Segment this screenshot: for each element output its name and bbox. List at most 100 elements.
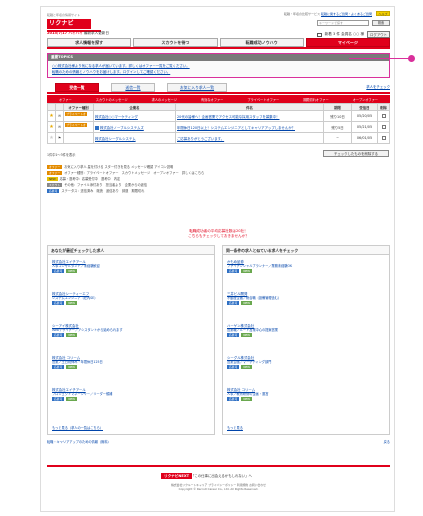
- company-link[interactable]: 株式会社シーグルシステム: [95, 137, 136, 141]
- filter-open-offer[interactable]: オープンオファー: [353, 97, 378, 102]
- panel-title: 同一条件の求人と似ている求人をチェック: [223, 246, 389, 255]
- offer-cell: [63, 132, 94, 144]
- recommend-columns: あなたが最近チェックした求人 株式会社エイチアール 人事コンサルタント／未経験歓…: [47, 245, 390, 435]
- gnav-knowhow[interactable]: 転職成功ノウハウ: [219, 38, 304, 47]
- message-tabs: 受信一覧 送信一覧 お気に入り求人一覧 求人をチェック: [47, 83, 390, 92]
- filter-bar: オファー スカウトのメッセージ 求人のメッセージ 有効なオファー プライベートオ…: [47, 95, 390, 103]
- job-meta: 応募可 NEW: [52, 301, 212, 305]
- gnav-scout[interactable]: スカウトを待つ: [133, 38, 218, 47]
- job-desc[interactable]: プロジェクトマネージャー／リーダー候補: [52, 392, 212, 396]
- tab-sent[interactable]: 送信一覧: [111, 83, 155, 92]
- delete-checked-button[interactable]: チェックしたものを削除する: [323, 150, 389, 157]
- job-chip: 応募可: [227, 333, 240, 337]
- job-desc[interactable]: 不動産企画／総合職（設備管理含む）: [227, 296, 387, 300]
- message-icon[interactable]: [316, 32, 322, 37]
- help-button[interactable]: ヘルプ: [376, 11, 390, 16]
- faq-link[interactable]: 転職に関するご質問・よくあるご質問: [321, 12, 372, 16]
- delete-checkbox[interactable]: [381, 124, 386, 129]
- footer-divider: [47, 465, 390, 467]
- topics-item[interactable]: 転職のための情報とノウハウをお届けします。ログインしてご確認ください。: [52, 69, 170, 74]
- list-item[interactable]: 三井ビル開発 不動産企画／総合職（設備管理含む） 応募可 NEW: [227, 292, 387, 305]
- star-icon[interactable]: ★: [47, 110, 56, 122]
- job-desc[interactable]: ファイナンシャルプランナー／業務未経験OK: [227, 264, 387, 268]
- legend-chip: オファー: [47, 165, 63, 169]
- job-desc[interactable]: 営業企画／マーケティング部門: [227, 360, 387, 364]
- list-item[interactable]: シーグル株式会社 営業企画／マーケティング部門 応募可 NEW: [227, 356, 387, 369]
- search-button[interactable]: 検索: [372, 20, 390, 26]
- received-cell: 05/20/05: [351, 110, 378, 122]
- tab-inbox[interactable]: 受信一覧: [55, 83, 99, 92]
- subject-link[interactable]: 年間休日120日以上！システムエンジニアとしてキャリアアップしませんか？: [177, 126, 295, 130]
- job-chip: NEW: [66, 269, 78, 273]
- filter-offer[interactable]: オファー: [59, 97, 72, 102]
- job-meta: 応募可 NEW: [227, 333, 387, 337]
- job-desc[interactable]: 営業職／ルート営業中心の提案営業: [227, 328, 387, 332]
- gnav-search-jobs[interactable]: 求人情報を探す: [47, 38, 132, 47]
- table-header-row: オファー種別 企業名 件名 期限 受信日 削除: [47, 103, 390, 111]
- subject-link[interactable]: ご応募ありがとうございます。: [177, 137, 224, 141]
- filter-job-message[interactable]: 求人のメッセージ: [152, 97, 177, 102]
- callout-marker: [408, 55, 415, 62]
- table-row[interactable]: ★ ✉ プライベートオファー 株式会社ノーブルシステムズ 年間休日120日以上！…: [47, 121, 390, 133]
- filter-scout[interactable]: スカウトのメッセージ: [96, 97, 128, 102]
- list-item[interactable]: かもめ証券 ファイナンシャルプランナー／業務未経験OK 応募可 NEW: [227, 260, 387, 273]
- list-item[interactable]: 株式会社 コリーム 人事／教育研修の企画・運営 応募可 NEW: [227, 388, 387, 401]
- check-jobs-link[interactable]: 求人をチェック: [366, 84, 390, 89]
- job-chip: NEW: [66, 397, 78, 401]
- star-icon[interactable]: ★: [47, 121, 56, 133]
- col-header: [55, 103, 64, 111]
- search-input[interactable]: キーワードで探す: [317, 20, 369, 26]
- job-chip: 応募可: [52, 333, 65, 337]
- delete-checkbox[interactable]: [381, 113, 386, 118]
- more-link[interactable]: もっと見る: [227, 425, 243, 430]
- job-meta: 応募可 NEW: [52, 333, 212, 337]
- message-table: オファー種別 企業名 件名 期限 受信日 削除 ★ ✉ プライベートオファー 株…: [47, 103, 390, 144]
- job-meta: 応募可 NEW: [52, 397, 212, 401]
- footer-logo[interactable]: リクナビNEXT: [161, 473, 193, 479]
- job-meta: 応募可 NEW: [52, 365, 212, 369]
- company-cell: 株式会社○○マーケティング: [93, 110, 176, 122]
- back-link[interactable]: 戻る: [384, 439, 390, 445]
- job-chip: 応募可: [52, 397, 65, 401]
- filter-private-offer[interactable]: プライベートオファー: [247, 97, 279, 102]
- tab-underline: [47, 92, 390, 94]
- company-link[interactable]: 株式会社○○マーケティング: [95, 115, 138, 119]
- global-nav: 求人情報を探す スカウトを待つ 転職成功ノウハウ マイページ: [47, 38, 390, 47]
- table-row[interactable]: ★ ⚑ 株式会社シーグルシステム ご応募ありがとうございます。 − 06/01/…: [47, 132, 390, 144]
- gnav-underline: [47, 47, 390, 49]
- delete-cell: [377, 110, 390, 122]
- subject-cell: ご応募ありがとうございます。: [175, 132, 324, 144]
- list-item[interactable]: 株式会社エイチアール 人事コンサルタント／未経験歓迎 応募可 NEW: [52, 260, 212, 273]
- bottom-links: 転職・キャリアアップのための情報（無料） 戻る: [47, 439, 390, 445]
- star-icon[interactable]: ★: [47, 132, 56, 144]
- user-text: 新着 3 件 会員名 ○○ 様: [324, 32, 365, 36]
- header: 転職と年収の情報サイト リクナビNEXT 転職・年収の比較サービス 転職に関する…: [41, 7, 396, 47]
- delete-checkbox[interactable]: [381, 135, 386, 140]
- subject-link[interactable]: 20代の皆様へ！企画営業でアクセス可能な採用スタッフを募集中！: [177, 115, 279, 119]
- list-item[interactable]: ハーゲン株式会社 営業職／ルート営業中心の提案営業 応募可 NEW: [227, 324, 387, 337]
- tab-favorites[interactable]: お気に入り求人一覧: [167, 83, 227, 92]
- list-item[interactable]: 株式会社シーティーエフ システムエンジニア（社内SE） 応募可 NEW: [52, 292, 212, 305]
- topics-box: 重要TOPICS ○○株式会社様より気になる求人が届いています。詳しくはオファー…: [47, 53, 390, 78]
- job-desc[interactable]: Webデザイナー／アシスタントから始められます: [52, 328, 212, 332]
- logout-button[interactable]: ログアウト: [367, 31, 390, 38]
- filter-expired-offer[interactable]: 期限切れオファー: [303, 97, 329, 102]
- deadline-text: 残り5日: [331, 125, 344, 130]
- list-item[interactable]: 株式会社 コリーム 営業／土日祝休み・年間休日125日 応募可 NEW: [52, 356, 212, 369]
- job-desc[interactable]: 営業／土日祝休み・年間休日125日: [52, 360, 212, 364]
- job-desc[interactable]: 人事／教育研修の企画・運営: [227, 392, 387, 396]
- career-info-link[interactable]: 転職・キャリアアップのための情報（無料）: [47, 439, 111, 445]
- company-badge-icon: [95, 125, 99, 130]
- deadline-cell: 残り5日: [323, 121, 352, 133]
- topics-item[interactable]: ○○株式会社様より気になる求人が届いています。詳しくはオファー一覧をご覧ください…: [52, 63, 190, 68]
- company-link[interactable]: 株式会社ノーブルシステムズ: [100, 126, 144, 130]
- filter-valid-offer[interactable]: 有効なオファー: [201, 97, 223, 102]
- more-link[interactable]: もっと見る（求人の一覧はこちら）: [52, 425, 103, 430]
- job-desc[interactable]: 人事コンサルタント／未経験歓迎: [52, 264, 212, 268]
- table-row[interactable]: ★ ✉ プライベートオファー 株式会社○○マーケティング 20代の皆様へ！企画営…: [47, 110, 390, 122]
- job-desc[interactable]: システムエンジニア（社内SE）: [52, 296, 212, 300]
- list-item[interactable]: 株式会社エイチアール プロジェクトマネージャー／リーダー候補 応募可 NEW: [52, 388, 212, 401]
- gnav-mypage[interactable]: マイページ: [305, 38, 390, 47]
- site-logo[interactable]: リクナビNEXT: [47, 19, 91, 37]
- list-item[interactable]: シーアイ株式会社 Webデザイナー／アシスタントから始められます 応募可 NEW: [52, 324, 212, 337]
